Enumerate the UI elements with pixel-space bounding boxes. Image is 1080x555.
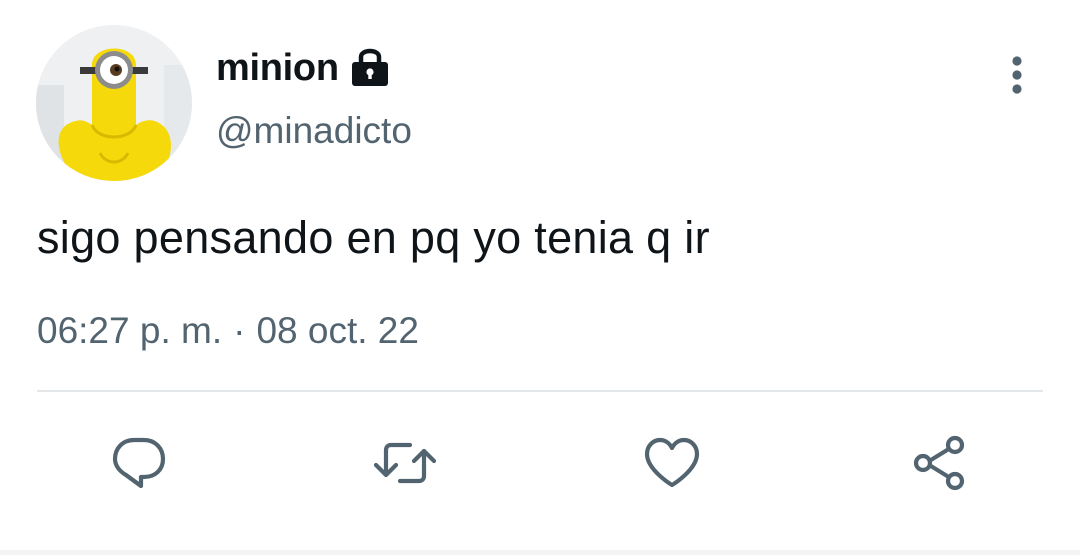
tweet-date: 08 oct. 22 <box>256 310 419 351</box>
tweet-timestamp[interactable]: 06:27 p. m. · 08 oct. 22 <box>37 310 419 352</box>
display-name-row: minion <box>216 42 391 94</box>
share-button[interactable] <box>904 428 974 498</box>
retweet-icon <box>373 442 437 484</box>
bottom-border <box>0 550 1080 555</box>
reply-button[interactable] <box>104 428 174 498</box>
like-button[interactable] <box>637 428 707 498</box>
tweet-text: sigo pensando en pq yo tenia q ir <box>37 212 710 263</box>
lock-icon <box>349 45 391 87</box>
avatar[interactable] <box>36 25 192 181</box>
display-name[interactable]: minion <box>216 47 339 90</box>
heart-icon <box>644 437 700 488</box>
share-icon <box>913 435 965 491</box>
tweet-card: minion @minadicto sigo pensando en pq yo… <box>0 0 1080 555</box>
more-options-button[interactable] <box>996 52 1038 98</box>
user-handle[interactable]: @minadicto <box>216 110 412 152</box>
more-vertical-icon <box>1012 56 1022 94</box>
reply-icon <box>112 437 166 489</box>
meta-separator: · <box>233 310 246 351</box>
divider <box>37 390 1043 392</box>
minion-avatar-image <box>36 25 192 181</box>
tweet-time: 06:27 p. m. <box>37 310 223 351</box>
retweet-button[interactable] <box>370 428 440 498</box>
